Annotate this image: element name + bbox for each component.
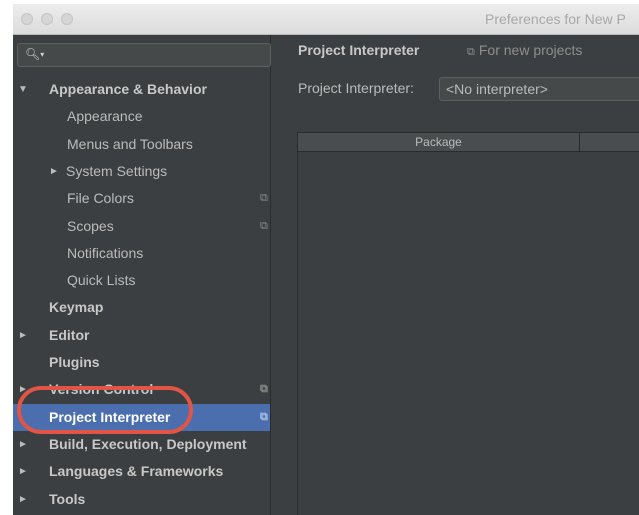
sidebar-item-label: Menus and Toolbars [67,135,193,152]
scope-note-label: For new projects [478,42,583,58]
sidebar-item-keymap[interactable]: Keymap [13,294,270,321]
sidebar-item-appearance[interactable]: Appearance [13,103,270,130]
sidebar-item-project-interpreter[interactable]: Project Interpreter ⧉ [13,403,270,431]
title-bar: Preferences for New P [13,4,639,35]
sidebar-item-label: Scopes [67,217,114,234]
chevron-down-icon: ▾ [40,50,45,59]
sidebar-item-label: Appearance [67,108,143,125]
sidebar-item-label: Notifications [67,244,144,261]
search-icon[interactable]: 🔍︎▾ [25,47,44,61]
sidebar-item-label: Version Control [49,381,154,398]
sidebar-item-notifications[interactable]: Notifications [13,240,270,267]
search-input[interactable]: 🔍︎▾ [17,43,271,67]
collapsed-arrow-icon[interactable]: ► [18,322,28,349]
panel-header: Project Interpreter ⧉ For new projects [271,35,639,65]
sidebar-item-system-settings[interactable]: ► System Settings [13,158,270,185]
interpreter-row: Project Interpreter: <No interpreter> [298,77,639,101]
sidebar-item-label: Keymap [49,299,104,316]
sidebar-item-tools[interactable]: ► Tools [13,486,270,513]
scope-note: ⧉ For new projects [467,42,582,59]
sidebar-item-label: Languages & Frameworks [49,463,224,480]
column-header-package[interactable]: Package [298,133,580,151]
packages-table[interactable]: Package [297,132,639,515]
sidebar-item-label: Editor [49,326,90,343]
sidebar-item-label: Appearance & Behavior [49,81,207,97]
collapsed-arrow-icon[interactable]: ► [18,431,28,458]
sidebar-item-label: Quick Lists [67,272,136,289]
settings-panel: Project Interpreter ⧉ For new projects Pr… [271,35,639,515]
close-window-button[interactable] [21,13,33,25]
collapsed-arrow-icon[interactable]: ► [18,486,28,513]
sidebar-item-plugins[interactable]: Plugins [13,349,270,376]
interpreter-select[interactable]: <No interpreter> [439,77,639,101]
collapsed-arrow-icon[interactable]: ► [49,158,59,185]
expanded-arrow-icon[interactable]: ▼ [18,76,28,103]
sidebar-item-label: System Settings [66,162,168,179]
sidebar-item-scopes[interactable]: Scopes ⧉ [13,213,270,240]
minimize-window-button[interactable] [41,13,53,25]
sidebar-item-file-colors[interactable]: File Colors ⧉ [13,185,270,212]
interpreter-label: Project Interpreter: [298,80,414,96]
sidebar-item-label: Build, Execution, Deployment [49,435,247,452]
collapsed-arrow-icon[interactable]: ► [18,376,28,403]
copy-icon: ⧉ [260,383,268,396]
sidebar-item-menus-and-toolbars[interactable]: Menus and Toolbars [13,131,270,158]
page-title: Project Interpreter [298,42,420,58]
sidebar-item-editor[interactable]: ► Editor [13,322,270,349]
sidebar-item-build-execution-deployment[interactable]: ► Build, Execution, Deployment [13,431,270,458]
sidebar-item-label: Tools [49,490,86,507]
sidebar-item-version-control[interactable]: ► Version Control ⧉ [13,376,270,403]
copy-icon: ⧉ [260,410,268,423]
settings-sidebar: 🔍︎▾ ▼ Appearance & Behavior Appearance Menu… [13,35,271,515]
sidebar-item-label: File Colors [67,190,134,207]
window-title: Preferences for New P [485,11,626,27]
sidebar-item-label: Project Interpreter [49,408,171,425]
table-header: Package [298,133,639,152]
collapsed-arrow-icon[interactable]: ► [18,458,28,485]
preferences-window: Preferences for New P 🔍︎▾ ▼ Appearance & … [13,4,639,515]
copy-icon: ⧉ [260,192,268,205]
sidebar-item-quick-lists[interactable]: Quick Lists [13,267,270,294]
copy-icon: ⧉ [467,46,475,58]
sidebar-item-languages-frameworks[interactable]: ► Languages & Frameworks [13,458,270,485]
sidebar-item-appearance-behavior[interactable]: ▼ Appearance & Behavior [13,76,270,103]
copy-icon: ⧉ [260,219,268,232]
zoom-window-button[interactable] [61,13,73,25]
sidebar-item-label: Plugins [49,354,100,370]
